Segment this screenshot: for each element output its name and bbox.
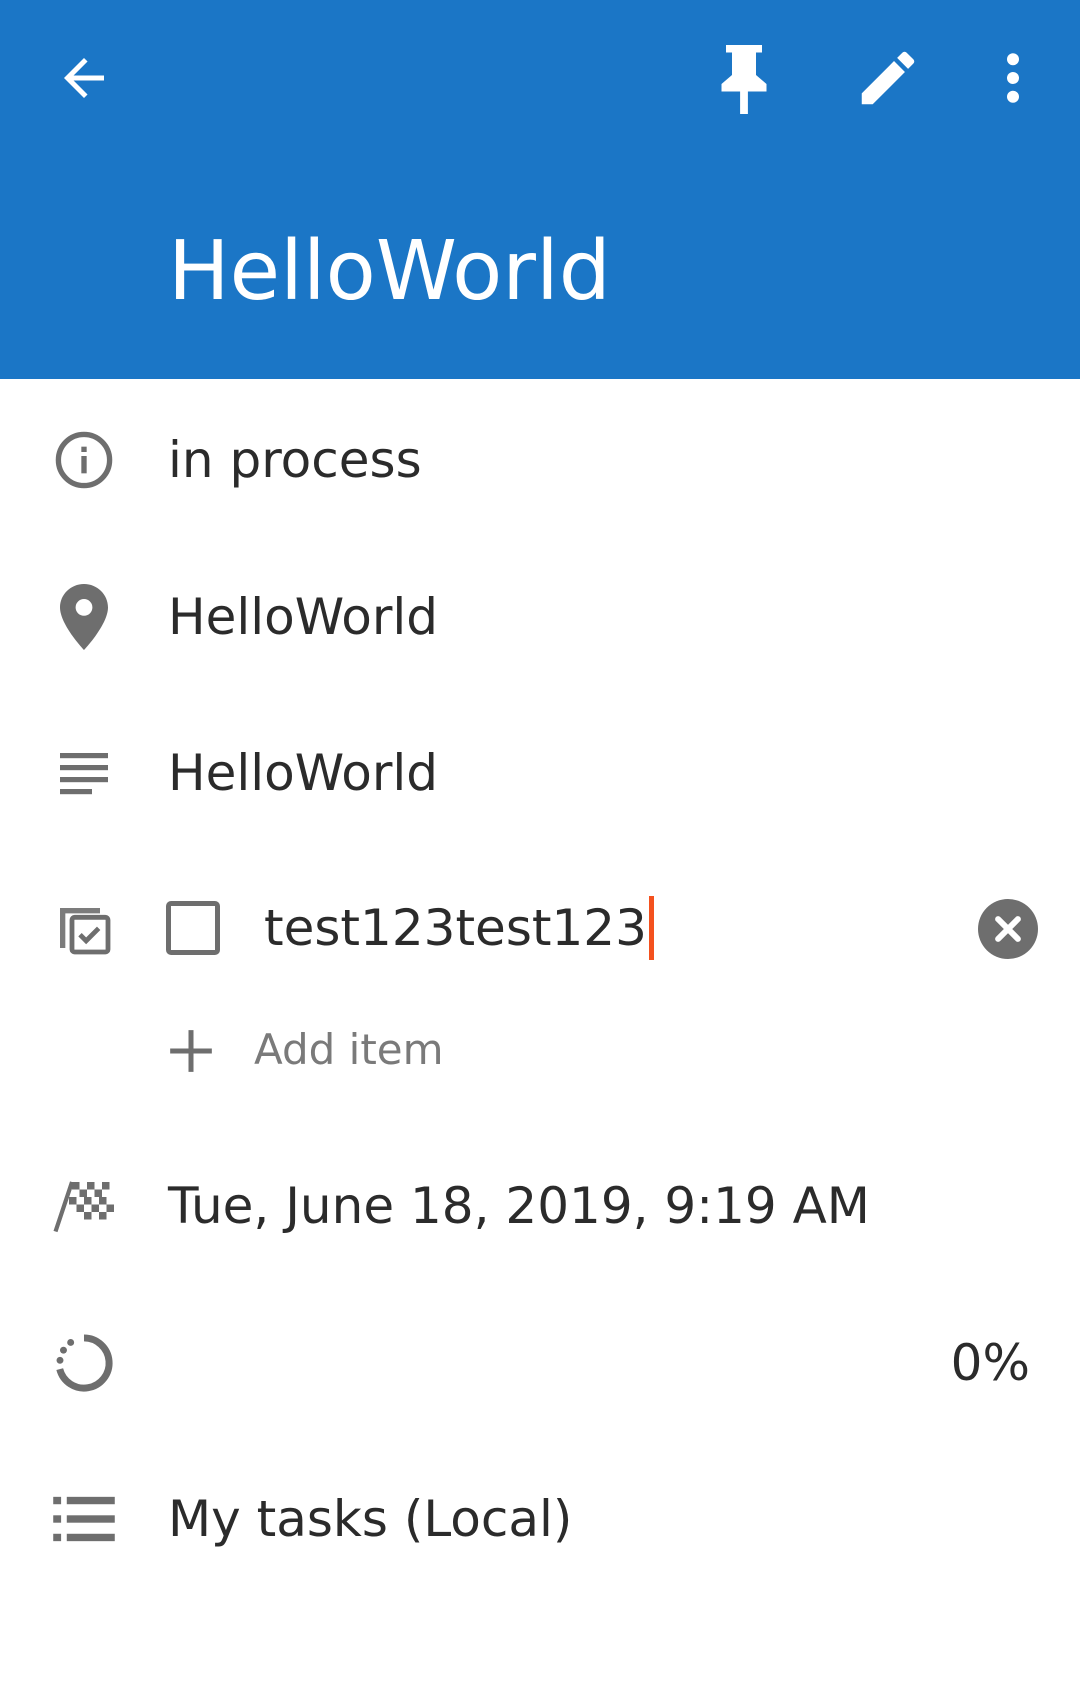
add-checklist-item-button[interactable]: Add item	[166, 1010, 566, 1090]
app-bar: HelloWorld	[0, 0, 1080, 379]
due-date-row[interactable]: Tue, June 18, 2019, 9:19 AM	[0, 1146, 1080, 1266]
description-text: HelloWorld	[168, 744, 439, 802]
task-title: HelloWorld	[168, 224, 611, 319]
back-button[interactable]	[36, 30, 132, 126]
pin-icon	[721, 45, 767, 114]
edit-button[interactable]	[840, 30, 936, 126]
remove-checklist-item-button[interactable]	[978, 899, 1038, 959]
progress-ring-icon	[48, 1327, 120, 1399]
pencil-icon	[861, 51, 915, 105]
status-text: in process	[168, 431, 422, 489]
checklist-item-checkbox[interactable]	[166, 901, 220, 955]
list-name-text: My tasks (Local)	[168, 1490, 573, 1548]
checklist-item-text: test123test123	[264, 899, 647, 957]
text-caret	[648, 895, 654, 960]
pin-button[interactable]	[696, 30, 792, 126]
list-row[interactable]: My tasks (Local)	[0, 1459, 1080, 1579]
location-text: HelloWorld	[168, 588, 439, 646]
due-date-text: Tue, June 18, 2019, 9:19 AM	[168, 1177, 870, 1235]
clear-circle-icon	[995, 916, 1021, 942]
more-vert-icon	[1007, 53, 1019, 103]
location-row[interactable]: HelloWorld	[0, 557, 1080, 677]
status-row[interactable]: in process	[0, 400, 1080, 520]
arrow-back-icon	[64, 58, 104, 98]
plus-icon	[170, 1030, 212, 1072]
task-detail-screen: HelloWorld in process HelloWorld HelloWo…	[0, 0, 1080, 1699]
progress-percent: 0%	[950, 1334, 1030, 1392]
notes-icon	[48, 737, 120, 809]
more-options-button[interactable]	[965, 30, 1061, 126]
progress-row[interactable]	[0, 1303, 1080, 1423]
description-row[interactable]: HelloWorld	[0, 713, 1080, 833]
checklist-icon	[48, 892, 120, 964]
info-icon	[48, 424, 120, 496]
checkered-flag-icon	[48, 1170, 120, 1242]
checklist-item-input[interactable]: test123test123	[264, 868, 654, 988]
list-icon	[48, 1483, 120, 1555]
add-item-label: Add item	[254, 1025, 444, 1074]
location-pin-icon	[48, 581, 120, 653]
